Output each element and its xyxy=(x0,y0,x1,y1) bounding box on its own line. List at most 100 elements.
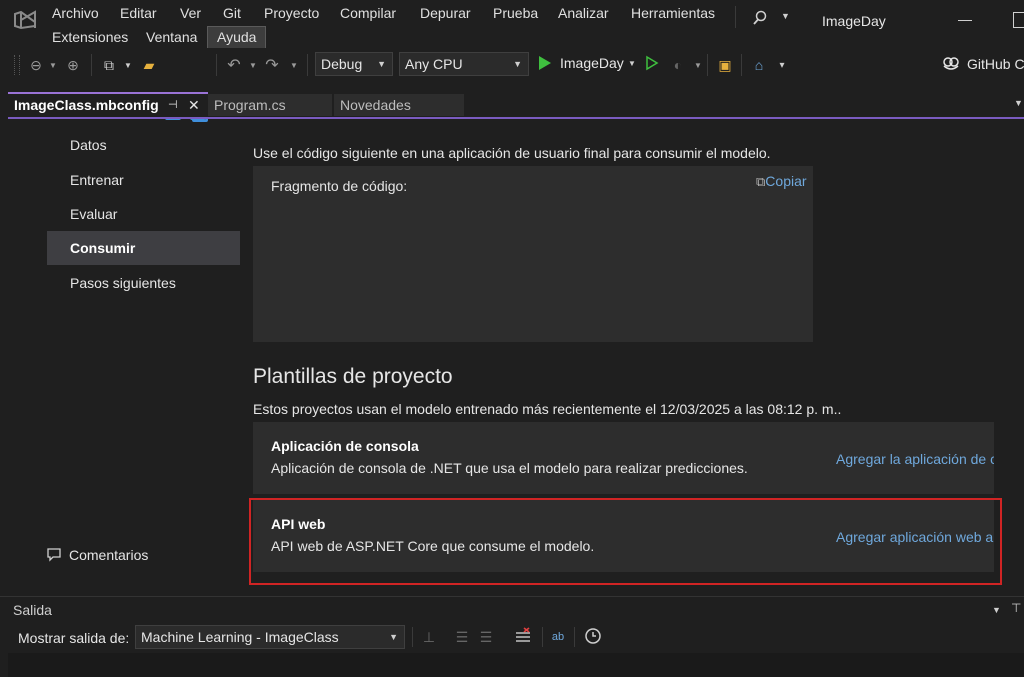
output-text-area[interactable] xyxy=(8,653,1024,677)
search-dropdown-icon[interactable]: ▼ xyxy=(781,11,790,21)
maximize-icon[interactable] xyxy=(1013,12,1024,28)
toolbar-separator xyxy=(574,627,575,647)
chevron-down-icon: ▼ xyxy=(389,632,398,642)
solution-platform-value: Any CPU xyxy=(405,56,463,72)
close-icon[interactable]: ✕ xyxy=(188,94,200,116)
github-copilot-button[interactable]: GitHub C xyxy=(967,56,1024,72)
navigate-back-dropdown-icon[interactable]: ▼ xyxy=(44,56,62,74)
menu-compilar[interactable]: Compilar xyxy=(340,5,396,21)
tab-overflow-icon[interactable]: ▼ xyxy=(1014,98,1023,108)
feedback-label: Comentarios xyxy=(69,547,149,563)
visual-studio-logo-icon[interactable] xyxy=(12,8,38,32)
templates-subtitle: Estos proyectos usan el modelo entrenado… xyxy=(253,401,842,417)
github-copilot-icon xyxy=(943,57,959,70)
new-project-icon[interactable]: ⧉ xyxy=(100,56,118,74)
tab-imageclass-mbconfig[interactable]: ImageClass.mbconfig ⊣ ✕ xyxy=(8,92,208,116)
pin-icon[interactable]: ⊣ xyxy=(168,94,178,116)
toolbar-grip[interactable] xyxy=(14,55,20,75)
menu-ventana[interactable]: Ventana xyxy=(146,29,197,45)
active-tab-underline xyxy=(8,117,1024,119)
clear-all-icon[interactable] xyxy=(514,627,532,645)
solution-title: ImageDay xyxy=(822,13,886,29)
output-source-dropdown[interactable]: Machine Learning - ImageClass ▼ xyxy=(135,625,405,649)
previous-message-icon[interactable]: ☰ xyxy=(453,628,471,646)
feedback-icon xyxy=(47,548,61,562)
output-panel: Salida ▼ ⊤ Mostrar salida de: Machine Le… xyxy=(0,596,1024,677)
template-card-console: Aplicación de consola Aplicación de cons… xyxy=(253,422,994,494)
hot-reload-dropdown-icon[interactable]: ▼ xyxy=(689,56,707,74)
next-message-icon[interactable]: ☰ xyxy=(477,628,495,646)
chevron-down-icon: ▼ xyxy=(513,59,522,69)
nav-item-evaluar[interactable]: Evaluar xyxy=(47,197,240,231)
menu-bar: Archivo Editar Ver Git Proyecto Compilar… xyxy=(0,0,1024,49)
nav-item-consumir[interactable]: Consumir xyxy=(47,231,240,265)
menu-ver[interactable]: Ver xyxy=(180,5,201,21)
add-console-app-link[interactable]: Agregar la aplicación de c xyxy=(836,451,994,467)
toolbar-separator xyxy=(91,54,92,76)
navigate-forward-icon[interactable]: ⊕ xyxy=(64,56,82,74)
copy-icon: ⧉ xyxy=(756,174,766,189)
code-snippet-panel: Fragmento de código: ⧉Copiar xyxy=(253,166,813,342)
toolbar-separator xyxy=(307,54,308,76)
code-snippet-label: Fragmento de código: xyxy=(271,178,408,194)
menu-git[interactable]: Git xyxy=(223,5,241,21)
tab-program-cs[interactable]: Program.cs xyxy=(208,94,332,116)
redo-icon[interactable]: ↷ xyxy=(263,56,281,74)
hot-reload-icon[interactable]: ◐ xyxy=(669,56,687,74)
navigate-back-icon[interactable]: ⊖ xyxy=(27,56,45,74)
open-folder-icon[interactable]: ▰ xyxy=(140,56,158,74)
go-to-location-icon[interactable]: ⊥ xyxy=(420,628,438,646)
copy-button[interactable]: ⧉Copiar xyxy=(756,173,807,190)
document-tab-strip: ImageClass.mbconfig ⊣ ✕ Program.cs Noved… xyxy=(0,92,1024,118)
menu-archivo[interactable]: Archivo xyxy=(52,5,99,21)
template-console-title: Aplicación de consola xyxy=(271,438,419,454)
solution-platform-dropdown[interactable]: Any CPU ▼ xyxy=(399,52,529,76)
start-without-debugging-icon[interactable] xyxy=(645,55,659,71)
menu-depurar[interactable]: Depurar xyxy=(420,5,471,21)
solution-configuration-value: Debug xyxy=(321,56,363,72)
tab-label: ImageClass.mbconfig xyxy=(14,97,159,113)
undo-icon[interactable]: ↶ xyxy=(225,56,243,74)
panel-options-icon[interactable]: ▼ xyxy=(992,605,1001,615)
pin-icon[interactable]: ⊤ xyxy=(1011,601,1021,615)
output-panel-title: Salida xyxy=(13,602,52,618)
menu-ayuda[interactable]: Ayuda xyxy=(207,26,267,49)
solution-configuration-dropdown[interactable]: Debug ▼ xyxy=(315,52,393,76)
show-output-from-label: Mostrar salida de: xyxy=(18,630,130,646)
nav-item-pasos-siguientes[interactable]: Pasos siguientes xyxy=(47,266,240,300)
tab-label: Program.cs xyxy=(214,97,286,113)
tab-novedades[interactable]: Novedades xyxy=(334,94,464,116)
standard-toolbar: ⊖ ▼ ⊕ ⧉ ▼ ▰ ↶ ▼ ↷ ▼ Debug ▼ Any CPU ▼ Im… xyxy=(0,48,1024,120)
menu-herramientas[interactable]: Herramientas xyxy=(631,5,715,21)
nav-item-datos[interactable]: Datos xyxy=(47,128,240,162)
undo-dropdown-icon[interactable]: ▼ xyxy=(244,56,262,74)
highlight-box xyxy=(249,498,1002,585)
toolbar-separator xyxy=(216,54,217,76)
nav-item-entrenar[interactable]: Entrenar xyxy=(47,163,240,197)
menu-analizar[interactable]: Analizar xyxy=(558,5,609,21)
clock-icon[interactable] xyxy=(584,627,602,645)
search-icon[interactable] xyxy=(752,10,768,26)
toggle-word-wrap-icon[interactable]: ab xyxy=(549,628,567,646)
window-layout-icon[interactable]: ⌂ xyxy=(750,56,768,74)
menu-proyecto[interactable]: Proyecto xyxy=(264,5,319,21)
start-target-label[interactable]: ImageDay xyxy=(560,55,624,71)
chevron-down-icon: ▼ xyxy=(377,59,386,69)
templates-heading: Plantillas de proyecto xyxy=(253,365,453,388)
start-target-dropdown-icon[interactable]: ▼ xyxy=(628,59,636,68)
new-project-dropdown-icon[interactable]: ▼ xyxy=(119,56,137,74)
toolbar-separator xyxy=(741,54,742,76)
consume-intro-text: Use el código siguiente en una aplicació… xyxy=(253,145,771,161)
toolbar-separator xyxy=(412,627,413,647)
redo-dropdown-icon[interactable]: ▼ xyxy=(285,56,303,74)
menu-prueba[interactable]: Prueba xyxy=(493,5,538,21)
toolbar-separator xyxy=(707,54,708,76)
menu-extensiones[interactable]: Extensiones xyxy=(52,29,128,45)
start-debugging-icon[interactable] xyxy=(538,55,552,71)
menu-editar[interactable]: Editar xyxy=(120,5,157,21)
minimize-icon[interactable] xyxy=(958,20,972,21)
template-console-description: Aplicación de consola de .NET que usa el… xyxy=(271,460,748,476)
copy-label: Copiar xyxy=(765,173,807,189)
toolbar-options-icon[interactable]: ▾ xyxy=(773,56,791,74)
solution-explorer-icon[interactable]: ▣ xyxy=(716,56,734,74)
